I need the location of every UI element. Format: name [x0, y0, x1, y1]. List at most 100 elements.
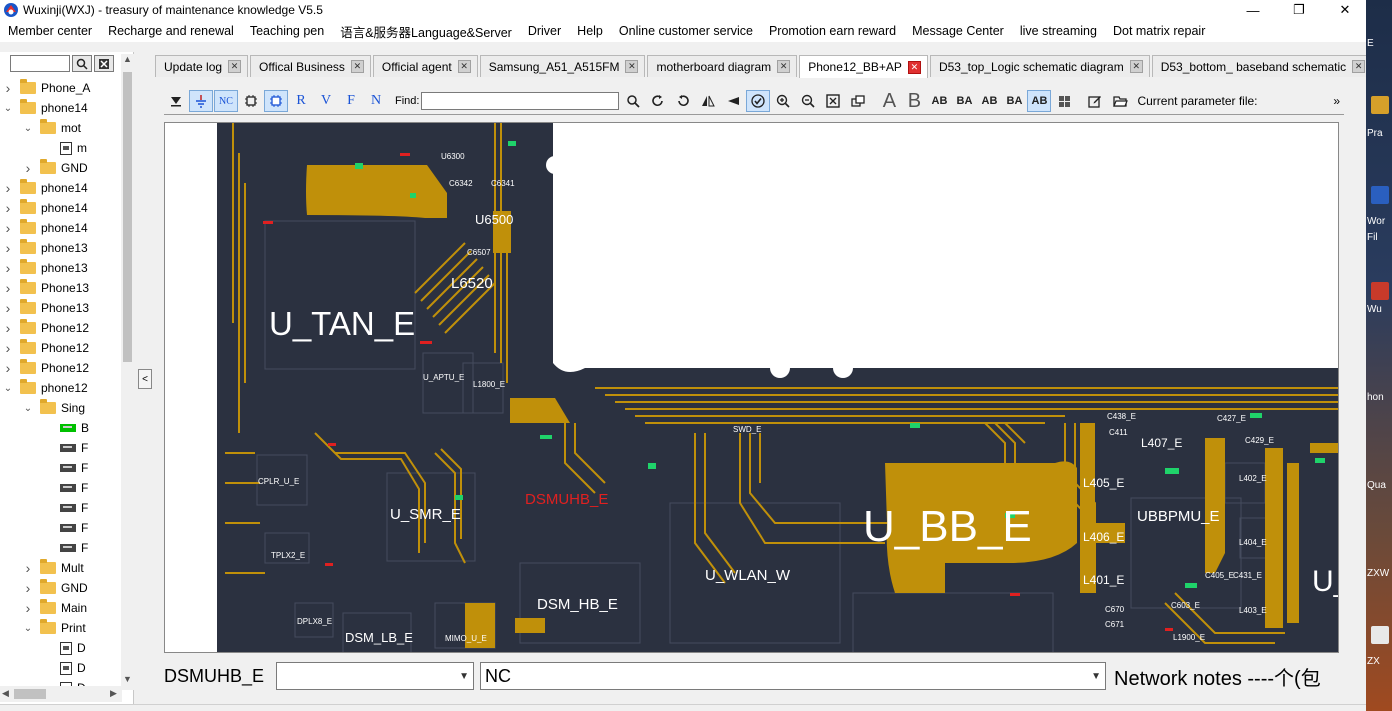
- find-input[interactable]: [421, 92, 620, 110]
- tab-4[interactable]: motherboard diagram ✕: [647, 55, 798, 77]
- chevron-right-icon[interactable]: ›: [2, 360, 14, 376]
- tree-item[interactable]: ⌄ mot: [22, 118, 81, 138]
- chevron-right-icon[interactable]: ›: [22, 560, 34, 576]
- check-icon[interactable]: [746, 90, 771, 112]
- tab-close-icon[interactable]: ✕: [457, 60, 471, 73]
- flip-vertical-icon[interactable]: [721, 90, 745, 112]
- net-combo-2[interactable]: NC ▼: [480, 662, 1106, 690]
- chevron-right-icon[interactable]: ›: [2, 80, 14, 96]
- tree-horizontal-scrollbar[interactable]: ◀ ▶: [0, 686, 122, 702]
- menu-language-server[interactable]: 语言&服务器Language&Server: [332, 22, 520, 41]
- hscroll-thumb[interactable]: [14, 689, 46, 699]
- ab-icon-4[interactable]: BA: [1002, 90, 1026, 112]
- close-button[interactable]: ✕: [1322, 0, 1368, 20]
- collapse-panel-button[interactable]: <: [138, 369, 152, 389]
- chip-icon[interactable]: [239, 90, 263, 112]
- desktop-app-icon[interactable]: [1371, 626, 1389, 644]
- tree-item[interactable]: F: [42, 538, 88, 558]
- tree-item[interactable]: › phone13: [2, 258, 88, 278]
- chevron-down-icon[interactable]: ⌄: [22, 123, 34, 134]
- menu-message-center[interactable]: Message Center: [904, 24, 1012, 38]
- tab-close-icon[interactable]: ✕: [625, 60, 639, 73]
- chevron-right-icon[interactable]: ›: [2, 340, 14, 356]
- nc-toggle[interactable]: NC: [214, 90, 238, 112]
- menu-teaching-pen[interactable]: Teaching pen: [242, 24, 332, 38]
- ground-icon[interactable]: [189, 90, 213, 112]
- chevron-right-icon[interactable]: ›: [2, 180, 14, 196]
- chevron-right-icon[interactable]: ›: [22, 600, 34, 616]
- tree-item[interactable]: D: [42, 638, 86, 658]
- font-b-icon[interactable]: B: [902, 90, 926, 112]
- menu-member-center[interactable]: Member center: [0, 24, 100, 38]
- fit-icon[interactable]: [821, 90, 845, 112]
- net-combo-1[interactable]: ▼: [276, 662, 474, 690]
- tree-item[interactable]: ⌄ phone12: [2, 378, 88, 398]
- tree-item[interactable]: B: [42, 418, 89, 438]
- grid-icon[interactable]: [1052, 90, 1076, 112]
- voltage-toggle[interactable]: V: [314, 90, 338, 112]
- tree-item[interactable]: ⌄ Print: [22, 618, 86, 638]
- tree-item[interactable]: D: [42, 658, 86, 678]
- tree-item[interactable]: › Phone13: [2, 278, 89, 298]
- tree-clear-button[interactable]: [94, 55, 114, 72]
- scroll-up-icon[interactable]: ▲: [121, 54, 134, 68]
- tree-item[interactable]: › Phone13: [2, 298, 89, 318]
- rotate-ccw-icon[interactable]: [671, 90, 695, 112]
- tree-item[interactable]: › phone14: [2, 178, 88, 198]
- tab-close-icon[interactable]: ✕: [907, 60, 921, 74]
- menu-help[interactable]: Help: [569, 24, 611, 38]
- tree-search-input[interactable]: [10, 55, 70, 72]
- f-toggle[interactable]: F: [339, 90, 363, 112]
- tree-item[interactable]: › Phone12: [2, 338, 89, 358]
- scroll-left-icon[interactable]: ◀: [2, 688, 9, 699]
- tree-item[interactable]: F: [42, 498, 88, 518]
- zoom-in-icon[interactable]: [771, 90, 795, 112]
- tree-item[interactable]: F: [42, 458, 88, 478]
- edit-icon[interactable]: [1083, 90, 1107, 112]
- chip-outline-icon[interactable]: [264, 90, 288, 112]
- menu-promotion[interactable]: Promotion earn reward: [761, 24, 904, 38]
- scroll-thumb[interactable]: [123, 72, 132, 362]
- tab-close-icon[interactable]: ✕: [350, 60, 364, 73]
- rotate-cw-icon[interactable]: [646, 90, 670, 112]
- filter-icon[interactable]: [164, 90, 188, 112]
- chevron-right-icon[interactable]: ›: [2, 220, 14, 236]
- tree-vertical-scrollbar[interactable]: ▲ ▼: [121, 54, 134, 690]
- open-folder-icon[interactable]: [1108, 90, 1132, 112]
- desktop-app-icon[interactable]: [1371, 96, 1389, 114]
- n-toggle[interactable]: N: [364, 90, 388, 112]
- menu-driver[interactable]: Driver: [520, 24, 569, 38]
- chevron-right-icon[interactable]: ›: [22, 160, 34, 176]
- tab-0[interactable]: Update log ✕: [155, 55, 249, 77]
- tab-close-icon[interactable]: ✕: [1129, 60, 1143, 73]
- board-viewer[interactable]: U6300 C6342 C6341 U6500 C6507 L6520 U_TA…: [164, 122, 1339, 653]
- chevron-down-icon[interactable]: ⌄: [22, 403, 34, 414]
- tree-item[interactable]: › GND: [22, 578, 88, 598]
- toolbar-overflow-button[interactable]: »: [1333, 94, 1340, 108]
- chevron-right-icon[interactable]: ›: [2, 320, 14, 336]
- tree-item[interactable]: ⌄ Sing: [22, 398, 85, 418]
- chevron-down-icon[interactable]: ⌄: [2, 103, 14, 114]
- scroll-right-icon[interactable]: ▶: [110, 688, 117, 699]
- chevron-down-icon[interactable]: ⌄: [22, 623, 34, 634]
- ab-icon-2[interactable]: BA: [952, 90, 976, 112]
- tab-7[interactable]: D53_bottom_ baseband schematic ✕: [1151, 55, 1373, 77]
- chevron-right-icon[interactable]: ›: [2, 260, 14, 276]
- tree-item[interactable]: › GND: [22, 158, 88, 178]
- scroll-down-icon[interactable]: ▼: [121, 674, 134, 688]
- tab-2[interactable]: Official agent ✕: [372, 55, 478, 77]
- window-icon[interactable]: [846, 90, 870, 112]
- chevron-right-icon[interactable]: ›: [2, 280, 14, 296]
- menu-live-streaming[interactable]: live streaming: [1012, 24, 1105, 38]
- chevron-down-icon[interactable]: ⌄: [2, 383, 14, 394]
- tree-item[interactable]: › phone13: [2, 238, 88, 258]
- tab-3[interactable]: Samsung_A51_A515FM ✕: [479, 55, 646, 77]
- font-a-icon[interactable]: A: [877, 90, 901, 112]
- tree-item[interactable]: F: [42, 478, 88, 498]
- tree-item[interactable]: › Phone_A: [2, 78, 90, 98]
- tree-item[interactable]: F: [42, 518, 88, 538]
- restore-button[interactable]: ❐: [1276, 0, 1322, 20]
- chevron-right-icon[interactable]: ›: [22, 580, 34, 596]
- pcb-layout[interactable]: U6300 C6342 C6341 U6500 C6507 L6520 U_TA…: [165, 123, 1339, 653]
- chevron-right-icon[interactable]: ›: [2, 300, 14, 316]
